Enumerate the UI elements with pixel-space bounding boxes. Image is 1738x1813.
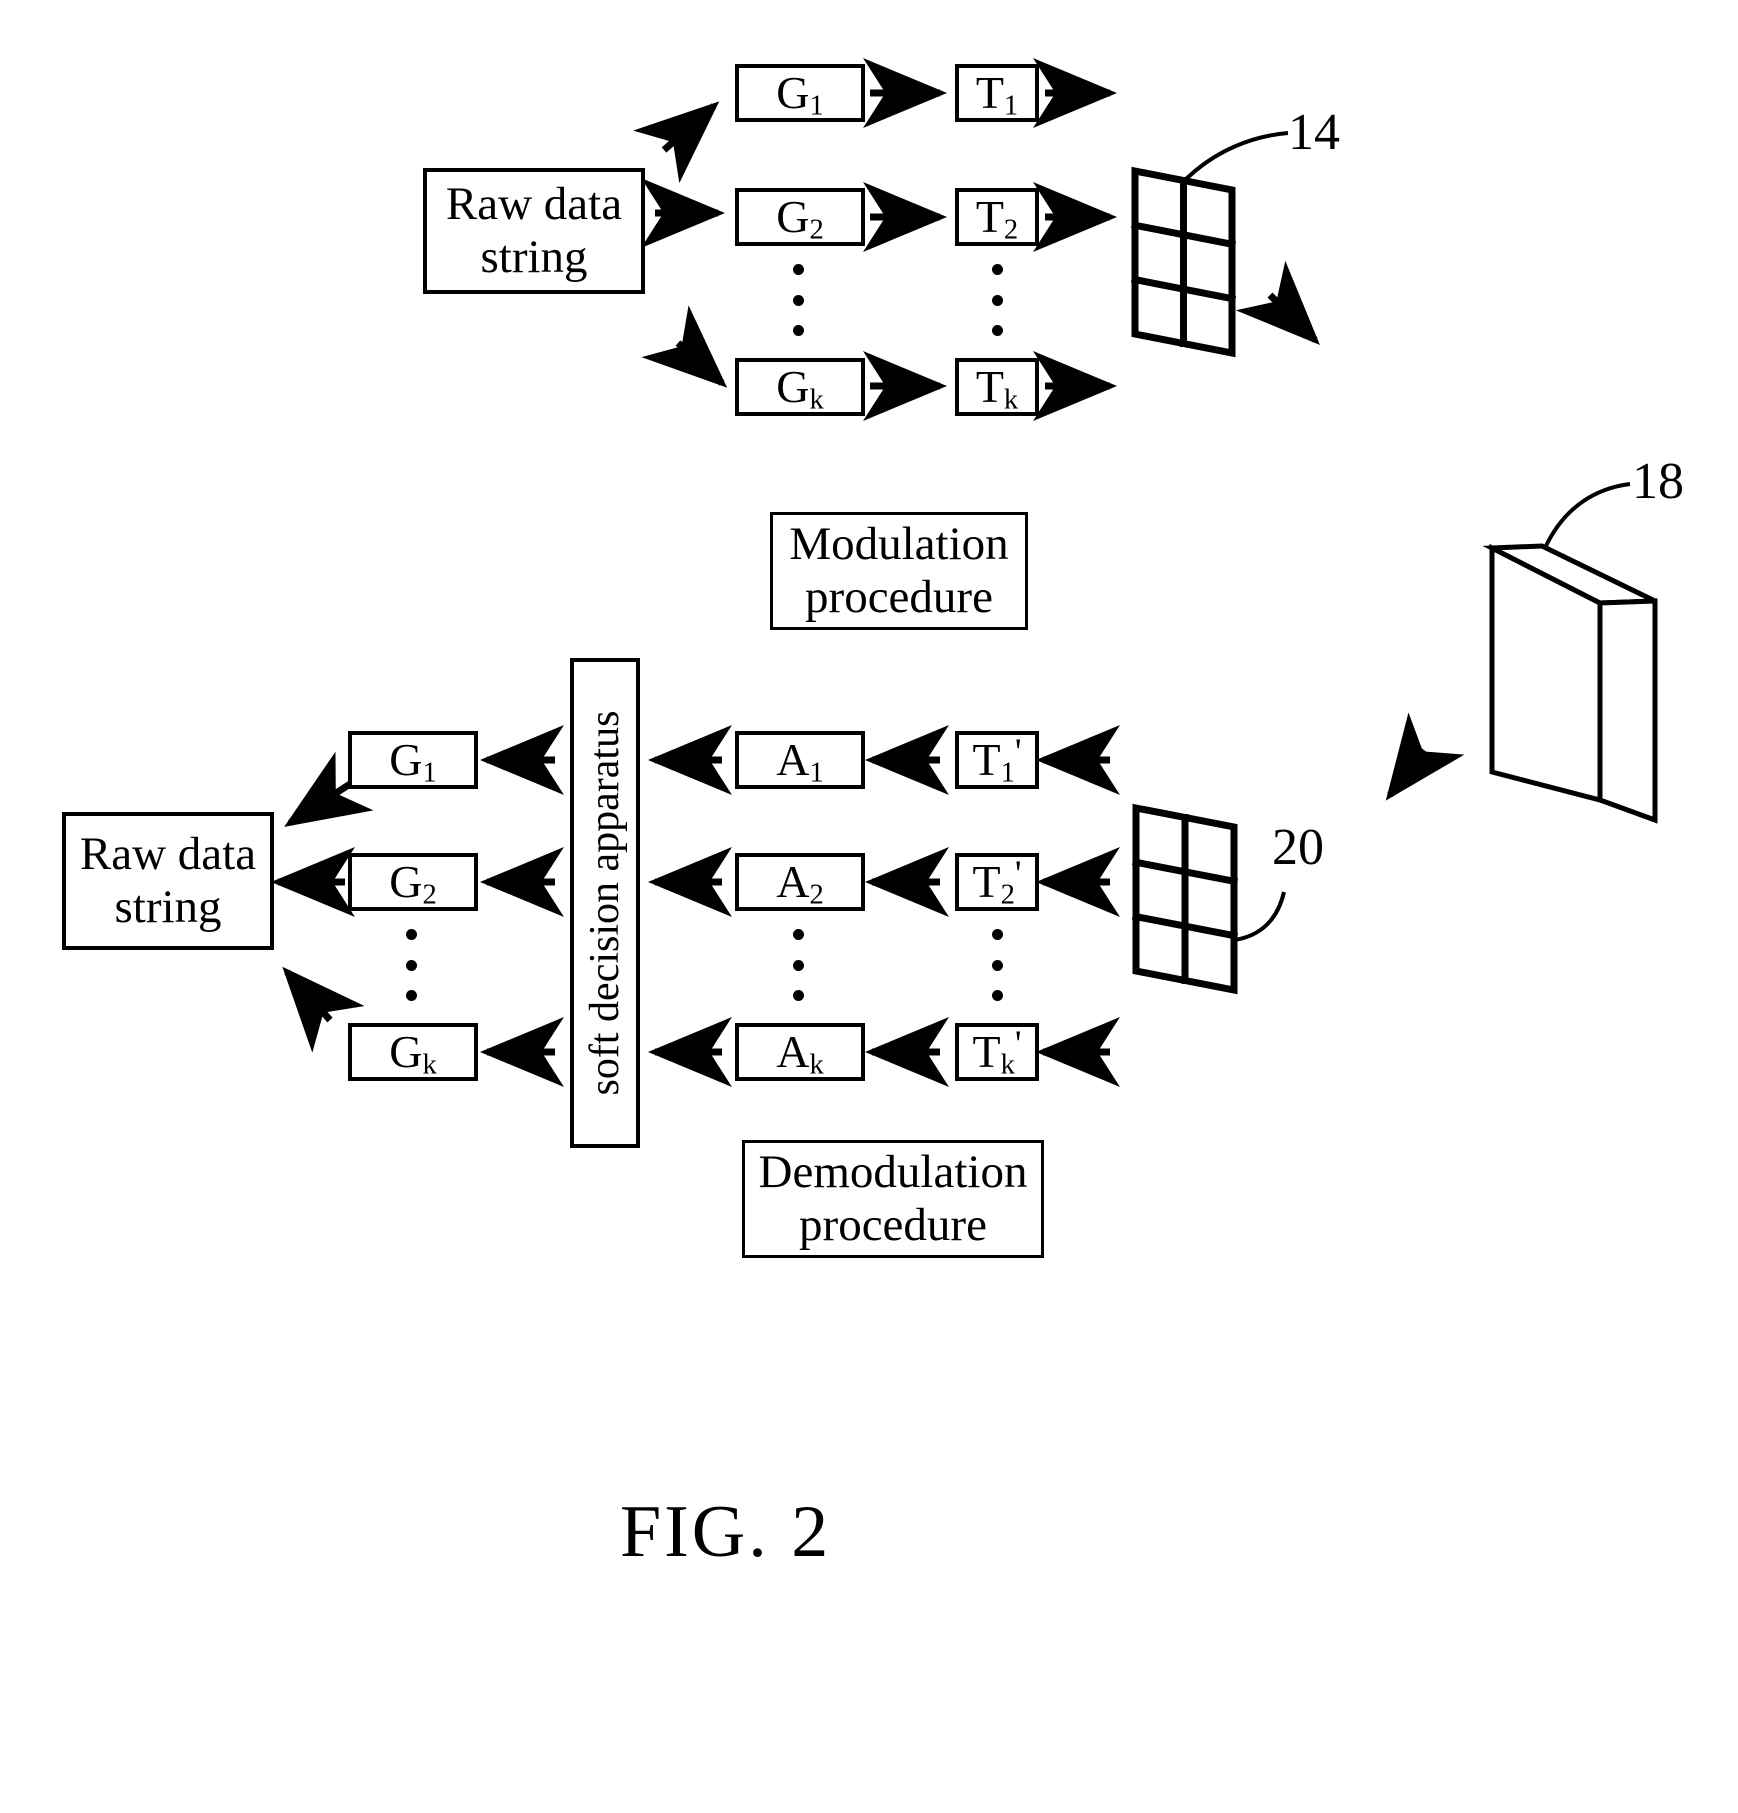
metric-block-ak: Ak xyxy=(735,1023,865,1081)
mapper-block-t2: T2 xyxy=(955,188,1039,246)
modulation-procedure-text: Modulation procedure xyxy=(783,516,1014,625)
modulation-line1: Modulation xyxy=(789,518,1009,571)
arrow-grid14-to-medium xyxy=(1235,260,1320,345)
reference-numeral-20: 20 xyxy=(1272,819,1324,876)
soft-decision-apparatus-block: soft decision apparatus xyxy=(570,658,640,1148)
demapper-block-tk-prime: Tk' xyxy=(955,1023,1039,1081)
arrow-medium-to-grid20 xyxy=(1385,712,1465,801)
demapper-block-tk-prime-label: Tk' xyxy=(972,1023,1022,1081)
metric-block-a2-label: A2 xyxy=(776,856,824,911)
encoder-block-gk: Gk xyxy=(735,358,865,416)
reference-numeral-18: 18 xyxy=(1632,453,1684,510)
demodulation-line2: procedure xyxy=(799,1199,987,1251)
source-line2: string xyxy=(480,231,588,283)
decoder-block-gk: Gk xyxy=(348,1023,478,1081)
raw-data-string-source-block: Raw data string xyxy=(423,168,645,294)
figure-caption: FIG. 2 xyxy=(620,1491,832,1573)
grid-20 xyxy=(1131,803,1239,995)
decoder-column-ellipsis xyxy=(405,929,417,1001)
metric-block-ak-label: Ak xyxy=(776,1026,824,1081)
metric-block-a1: A1 xyxy=(735,731,865,789)
mapper-block-tk: Tk xyxy=(955,358,1039,416)
arrow-source-to-g1 xyxy=(633,101,720,184)
encoder-block-g1: G1 xyxy=(735,64,865,122)
storage-medium-18 xyxy=(1482,543,1658,824)
mapper-block-tk-label: Tk xyxy=(975,361,1019,416)
sink-line2: string xyxy=(114,881,222,933)
raw-data-string-sink-block: Raw data string xyxy=(62,812,274,950)
encoder-block-g2: G2 xyxy=(735,188,865,246)
modulation-procedure-label-box: Modulation procedure xyxy=(770,512,1028,630)
demapper-block-t2-prime-label: T2' xyxy=(972,853,1022,911)
encoder-block-g1-label: G1 xyxy=(776,67,824,122)
mapper-block-t1-label: T1 xyxy=(975,67,1019,122)
reference-numeral-14: 14 xyxy=(1288,104,1340,161)
arrow-source-to-gk xyxy=(641,305,728,388)
arrow-g1-to-sink xyxy=(284,751,374,827)
mapper-block-t1: T1 xyxy=(955,64,1039,122)
patent-figure-page: Raw data string G1 G2 Gk T1 T2 Tk 14 18 … xyxy=(0,0,1738,1813)
encoder-column-ellipsis xyxy=(792,264,804,336)
grid-14 xyxy=(1130,166,1237,358)
sink-line1: Raw data xyxy=(79,828,257,881)
decoder-block-g2-label: G2 xyxy=(389,856,437,911)
modulation-line2: procedure xyxy=(805,571,993,623)
metric-column-ellipsis xyxy=(792,929,804,1001)
demodulation-line1: Demodulation xyxy=(758,1146,1028,1199)
mapper-block-t2-label: T2 xyxy=(975,191,1019,246)
leader-line-20 xyxy=(1233,891,1286,942)
raw-data-string-source-text: Raw data string xyxy=(440,176,628,285)
demapper-column-ellipsis xyxy=(991,929,1003,1001)
demodulation-procedure-text: Demodulation procedure xyxy=(753,1144,1034,1253)
raw-data-string-sink-text: Raw data string xyxy=(74,826,262,935)
encoder-block-g2-label: G2 xyxy=(776,191,824,246)
decoder-block-g1-label: G1 xyxy=(389,734,437,789)
leader-line-14 xyxy=(1181,131,1289,184)
source-line1: Raw data xyxy=(445,178,623,231)
decoder-block-g2: G2 xyxy=(348,853,478,911)
metric-block-a2: A2 xyxy=(735,853,865,911)
demodulation-procedure-label-box: Demodulation procedure xyxy=(742,1140,1044,1258)
demapper-block-t1-prime: T1' xyxy=(955,731,1039,789)
arrow-gk-to-sink xyxy=(282,966,365,1053)
soft-decision-apparatus-label: soft decision apparatus xyxy=(582,710,628,1096)
mapper-column-ellipsis xyxy=(991,264,1003,336)
demapper-block-t2-prime: T2' xyxy=(955,853,1039,911)
metric-block-a1-label: A1 xyxy=(776,734,824,789)
decoder-block-gk-label: Gk xyxy=(389,1026,437,1081)
leader-line-18 xyxy=(1543,482,1631,549)
decoder-block-g1: G1 xyxy=(348,731,478,789)
encoder-block-gk-label: Gk xyxy=(776,361,824,416)
demapper-block-t1-prime-label: T1' xyxy=(972,731,1022,789)
